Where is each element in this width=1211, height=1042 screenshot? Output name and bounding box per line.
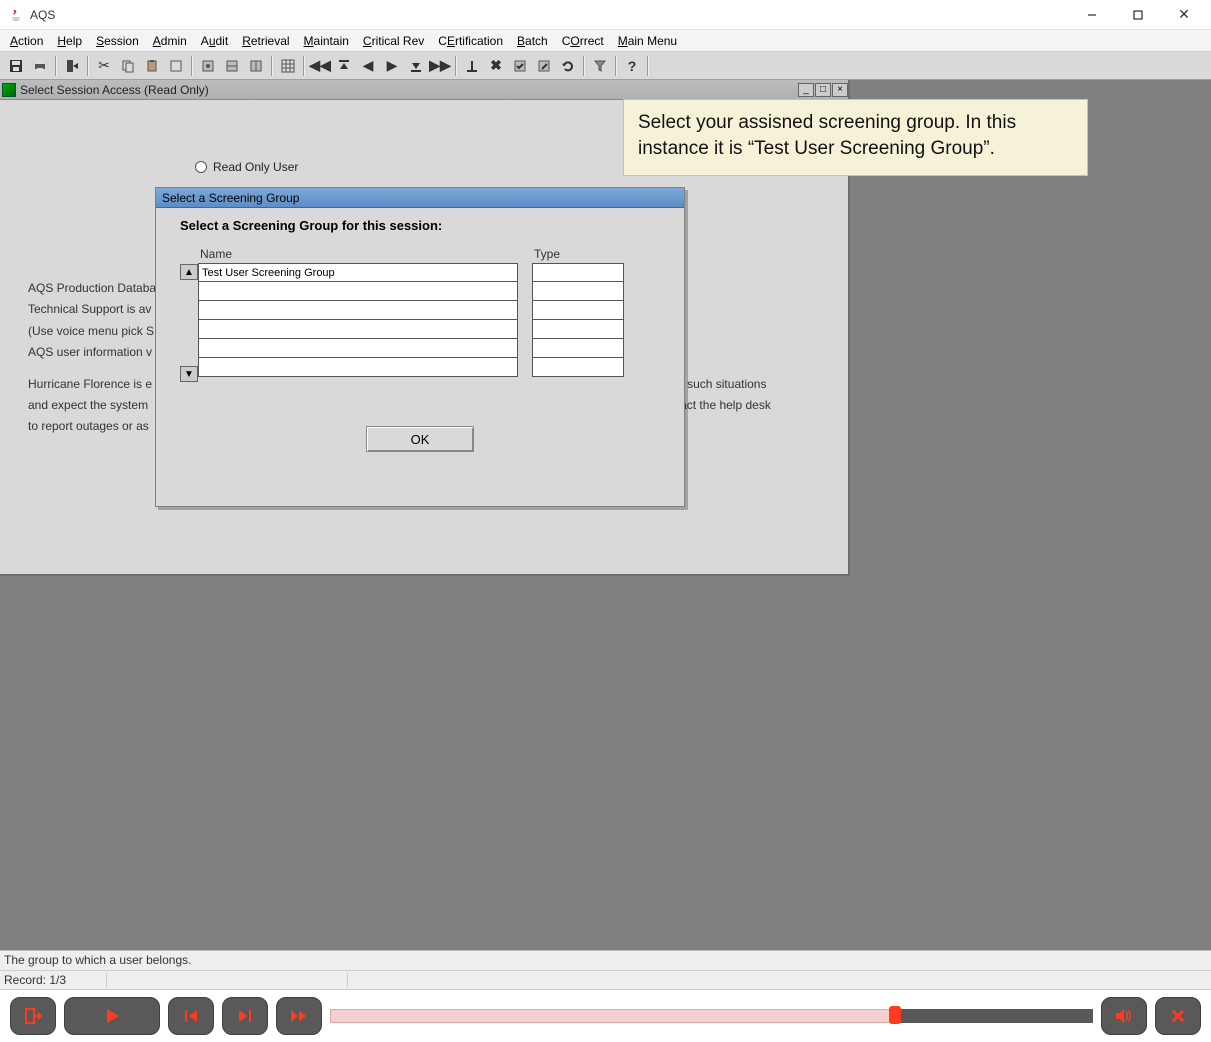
commit-icon[interactable] xyxy=(508,55,532,77)
menu-audit[interactable]: Audit xyxy=(195,32,234,50)
player-play-button[interactable] xyxy=(64,997,160,1035)
paste-icon[interactable] xyxy=(140,55,164,77)
tool-icon-1[interactable] xyxy=(196,55,220,77)
read-only-radio[interactable]: Read Only User xyxy=(195,160,298,174)
player-bar xyxy=(0,990,1211,1042)
menu-critical[interactable]: Critical Rev xyxy=(357,32,430,50)
menu-certification[interactable]: CErtification xyxy=(432,32,509,50)
sg-type-row-2[interactable] xyxy=(532,301,624,320)
tool-icon-2[interactable] xyxy=(220,55,244,77)
session-maximize-button[interactable]: □ xyxy=(815,83,831,97)
toolbar: ✂ ◀◀ ◀ ▶ ▶▶ ✖ ? xyxy=(0,52,1211,80)
menu-session[interactable]: Session xyxy=(90,32,145,50)
sg-name-row-1[interactable] xyxy=(198,282,518,301)
oracle-forms-icon xyxy=(2,83,16,97)
first-icon[interactable]: ◀◀ xyxy=(308,55,332,77)
player-volume-button[interactable] xyxy=(1101,997,1147,1035)
player-next-button[interactable] xyxy=(222,997,268,1035)
maximize-button[interactable] xyxy=(1115,0,1161,30)
sg-type-row-1[interactable] xyxy=(532,282,624,301)
sg-name-row-0[interactable] xyxy=(198,263,518,282)
close-button[interactable]: ✕ xyxy=(1161,0,1207,30)
sg-scrollbar[interactable]: ▲ ▼ xyxy=(180,264,198,382)
top-icon[interactable] xyxy=(332,55,356,77)
minimize-button[interactable] xyxy=(1069,0,1115,30)
menu-retrieval[interactable]: Retrieval xyxy=(236,32,295,50)
prev-icon[interactable]: ◀ xyxy=(356,55,380,77)
sg-type-row-0[interactable] xyxy=(532,263,624,282)
screening-group-dialog: Select a Screening Group Select a Screen… xyxy=(155,187,685,507)
java-icon xyxy=(8,7,24,23)
session-close-button[interactable]: × xyxy=(832,83,848,97)
mdi-area: Select Session Access (Read Only) _ □ × … xyxy=(0,80,1211,950)
sg-titlebar[interactable]: Select a Screening Group xyxy=(156,188,684,208)
sg-type-row-3[interactable] xyxy=(532,320,624,339)
session-title-text: Select Session Access (Read Only) xyxy=(20,83,209,97)
copy-icon[interactable] xyxy=(116,55,140,77)
rollback-icon[interactable] xyxy=(532,55,556,77)
undo-icon[interactable] xyxy=(556,55,580,77)
sg-name-row-2[interactable] xyxy=(198,301,518,320)
menu-maintain[interactable]: Maintain xyxy=(298,32,355,50)
sg-type-row-4[interactable] xyxy=(532,339,624,358)
scroll-up-icon[interactable]: ▲ xyxy=(180,264,198,280)
session-minimize-button[interactable]: _ xyxy=(798,83,814,97)
exit-icon[interactable] xyxy=(60,55,84,77)
filter-icon[interactable] xyxy=(588,55,612,77)
tool-icon-3[interactable] xyxy=(244,55,268,77)
ok-button[interactable]: OK xyxy=(366,426,474,452)
status-message: The group to which a user belongs. xyxy=(0,950,1211,970)
menu-batch[interactable]: Batch xyxy=(511,32,554,50)
player-prev-button[interactable] xyxy=(168,997,214,1035)
callout-text: Select your assisned screening group. In… xyxy=(638,112,1016,159)
session-titlebar[interactable]: Select Session Access (Read Only) _ □ × xyxy=(0,80,848,100)
menu-help[interactable]: Help xyxy=(51,32,88,50)
col-type-label: Type xyxy=(532,247,624,261)
bottom-icon[interactable] xyxy=(404,55,428,77)
sg-name-row-3[interactable] xyxy=(198,320,518,339)
sg-name-row-5[interactable] xyxy=(198,358,518,377)
player-progress[interactable] xyxy=(330,1005,1093,1027)
read-only-label: Read Only User xyxy=(213,160,298,174)
print-icon[interactable] xyxy=(28,55,52,77)
scroll-down-icon[interactable]: ▼ xyxy=(180,366,198,382)
sg-name-row-4[interactable] xyxy=(198,339,518,358)
sg-type-row-5[interactable] xyxy=(532,358,624,377)
grid-icon[interactable] xyxy=(276,55,300,77)
next-icon[interactable]: ▶ xyxy=(380,55,404,77)
menu-mainmenu[interactable]: Main Menu xyxy=(612,32,683,50)
player-exit-button[interactable] xyxy=(10,997,56,1035)
player-close-button[interactable] xyxy=(1155,997,1201,1035)
save-icon[interactable] xyxy=(4,55,28,77)
menu-admin[interactable]: Admin xyxy=(147,32,193,50)
last-icon[interactable]: ▶▶ xyxy=(428,55,452,77)
help-icon[interactable]: ? xyxy=(620,55,644,77)
menubar: Action Help Session Admin Audit Retrieva… xyxy=(0,30,1211,52)
window-title: AQS xyxy=(30,8,55,22)
delete-icon[interactable]: ✖ xyxy=(484,55,508,77)
sg-title-text: Select a Screening Group xyxy=(162,191,299,205)
instruction-callout: Select your assisned screening group. In… xyxy=(623,99,1088,176)
player-ff-button[interactable] xyxy=(276,997,322,1035)
record-indicator: Record: 1/3 xyxy=(4,973,66,987)
menu-correct[interactable]: COrrect xyxy=(556,32,610,50)
sg-heading: Select a Screening Group for this sessio… xyxy=(180,218,660,233)
cut-icon[interactable]: ✂ xyxy=(92,55,116,77)
status-record-bar: Record: 1/3 xyxy=(0,970,1211,990)
titlebar: AQS ✕ xyxy=(0,0,1211,30)
col-name-label: Name xyxy=(198,247,518,261)
edit-icon[interactable] xyxy=(164,55,188,77)
insert-icon[interactable] xyxy=(460,55,484,77)
menu-action[interactable]: Action xyxy=(4,32,49,50)
radio-icon xyxy=(195,161,207,173)
